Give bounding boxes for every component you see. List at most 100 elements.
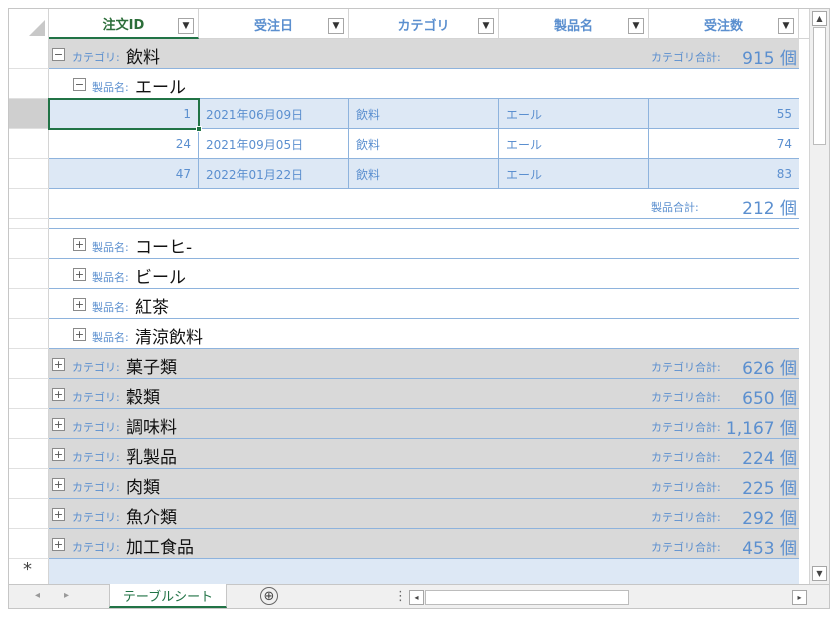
cell-category[interactable]: 飲料	[349, 129, 499, 159]
expand-icon[interactable]: +	[52, 448, 65, 461]
scroll-up-icon[interactable]: ▲	[812, 11, 827, 26]
cell-product-name[interactable]: エール	[499, 159, 649, 189]
row-header[interactable]	[9, 499, 49, 529]
row-header[interactable]	[9, 349, 49, 379]
horizontal-scrollbar[interactable]: ◂ ▸	[409, 590, 807, 605]
row-header[interactable]	[9, 289, 49, 319]
cell-quantity[interactable]: 74	[649, 129, 799, 159]
expand-icon[interactable]: +	[52, 418, 65, 431]
category-sum-value: 225 個	[742, 479, 797, 499]
row-header[interactable]	[9, 409, 49, 439]
expand-icon[interactable]: +	[52, 478, 65, 491]
row-header-selected[interactable]	[9, 99, 49, 129]
product-group-row[interactable]: + 製品名: 清涼飲料	[49, 319, 799, 349]
column-header-product-name[interactable]: 製品名 ▼	[499, 9, 649, 39]
column-header-category[interactable]: カテゴリ ▼	[349, 9, 499, 39]
row-header[interactable]	[9, 39, 49, 69]
expand-icon[interactable]: +	[73, 328, 86, 341]
product-summary-row: 製品合計: 212 個	[49, 189, 799, 219]
cell-category[interactable]: 飲料	[349, 159, 499, 189]
category-prefix: カテゴリ:	[72, 481, 120, 494]
vertical-scroll-thumb[interactable]	[813, 27, 826, 145]
sheet-prev-icon[interactable]: ◂	[35, 590, 40, 601]
cell-order-date[interactable]: 2021年09月05日	[199, 129, 349, 159]
category-prefix: カテゴリ:	[72, 391, 120, 404]
category-group-row[interactable]: + カテゴリ: 穀類 カテゴリ合計: 650 個	[49, 379, 799, 409]
sheet-tab-table[interactable]: テーブルシート	[109, 584, 227, 608]
row-header[interactable]	[9, 469, 49, 499]
row-header[interactable]	[9, 189, 49, 219]
expand-icon[interactable]: +	[73, 268, 86, 281]
table-row[interactable]: 1 2021年06月09日 飲料 エール 55	[49, 99, 799, 129]
horizontal-scroll-thumb[interactable]	[425, 590, 629, 605]
category-sum-value: 915 個	[742, 49, 797, 69]
add-sheet-icon[interactable]: ⊕	[260, 587, 278, 605]
expand-icon[interactable]: +	[73, 298, 86, 311]
product-group-row[interactable]: + 製品名: ビール	[49, 259, 799, 289]
category-group-row[interactable]: − カテゴリ: 飲料 カテゴリ合計: 915 個	[49, 39, 799, 69]
expand-icon[interactable]: +	[73, 238, 86, 251]
product-group-row[interactable]: − 製品名: エール	[49, 69, 799, 99]
product-group-row[interactable]: + 製品名: 紅茶	[49, 289, 799, 319]
category-group-row[interactable]: + カテゴリ: 調味料 カテゴリ合計: 1,167 個	[49, 409, 799, 439]
row-header[interactable]	[9, 529, 49, 559]
cell-order-date[interactable]: 2021年06月09日	[199, 99, 349, 129]
product-group-row[interactable]: + 製品名: コーヒ-	[49, 229, 799, 259]
cell-quantity[interactable]: 55	[649, 99, 799, 129]
cell-quantity[interactable]: 83	[649, 159, 799, 189]
row-header[interactable]	[9, 229, 49, 259]
row-header[interactable]	[9, 319, 49, 349]
scroll-right-icon[interactable]: ▸	[792, 590, 807, 605]
row-header[interactable]	[9, 439, 49, 469]
category-group-row[interactable]: + カテゴリ: 加工食品 カテゴリ合計: 453 個	[49, 529, 799, 559]
row-header[interactable]	[9, 259, 49, 289]
row-header[interactable]	[9, 69, 49, 99]
filter-dropdown-icon[interactable]: ▼	[178, 18, 194, 34]
expand-icon[interactable]: +	[52, 538, 65, 551]
split-handle-icon[interactable]: ⋮	[394, 589, 407, 604]
table-row[interactable]: 47 2022年01月22日 飲料 エール 83	[49, 159, 799, 189]
category-group-row[interactable]: + カテゴリ: 魚介類 カテゴリ合計: 292 個	[49, 499, 799, 529]
cell-category[interactable]: 飲料	[349, 99, 499, 129]
category-group-row[interactable]: + カテゴリ: 乳製品 カテゴリ合計: 224 個	[49, 439, 799, 469]
category-name: 乳製品	[126, 448, 177, 468]
row-header[interactable]	[9, 159, 49, 189]
category-prefix: カテゴリ:	[72, 541, 120, 554]
row-header[interactable]	[9, 219, 49, 229]
column-header-order-date[interactable]: 受注日 ▼	[199, 9, 349, 39]
scroll-down-icon[interactable]: ▼	[812, 566, 827, 581]
table-row[interactable]: 24 2021年09月05日 飲料 エール 74	[49, 129, 799, 159]
sheet-next-icon[interactable]: ▸	[64, 590, 69, 601]
row-header[interactable]	[9, 379, 49, 409]
new-record-row[interactable]	[49, 559, 799, 584]
expand-icon[interactable]: +	[52, 508, 65, 521]
cell-product-name[interactable]: エール	[499, 99, 649, 129]
collapse-icon[interactable]: −	[73, 78, 86, 91]
fill-handle[interactable]	[196, 126, 202, 132]
cell-order-id[interactable]: 47	[49, 159, 199, 189]
product-name: コーヒ-	[135, 238, 193, 258]
category-group-row[interactable]: + カテゴリ: 菓子類 カテゴリ合計: 626 個	[49, 349, 799, 379]
collapse-icon[interactable]: −	[52, 48, 65, 61]
category-group-row[interactable]: + カテゴリ: 肉類 カテゴリ合計: 225 個	[49, 469, 799, 499]
filter-dropdown-icon[interactable]: ▼	[628, 18, 644, 34]
expand-icon[interactable]: +	[52, 358, 65, 371]
cell-order-id[interactable]: 24	[49, 129, 199, 159]
row-header-new-record[interactable]: *	[9, 559, 49, 584]
new-record-star-icon: *	[23, 559, 32, 580]
filter-dropdown-icon[interactable]: ▼	[478, 18, 494, 34]
filter-dropdown-icon[interactable]: ▼	[778, 18, 794, 34]
cell-order-date[interactable]: 2022年01月22日	[199, 159, 349, 189]
row-header[interactable]	[9, 129, 49, 159]
vertical-scrollbar[interactable]: ▲ ▼	[809, 9, 829, 584]
category-sum-label: カテゴリ合計:	[651, 391, 721, 404]
expand-icon[interactable]: +	[52, 388, 65, 401]
scroll-left-icon[interactable]: ◂	[409, 590, 424, 605]
filter-dropdown-icon[interactable]: ▼	[328, 18, 344, 34]
cell-product-name[interactable]: エール	[499, 129, 649, 159]
column-header-order-id[interactable]: 注文ID ▼	[49, 9, 199, 39]
select-all-corner[interactable]	[9, 9, 49, 39]
column-header-quantity[interactable]: 受注数 ▼	[649, 9, 799, 39]
cell-order-id[interactable]: 1	[49, 99, 199, 129]
category-prefix: カテゴリ:	[72, 451, 120, 464]
